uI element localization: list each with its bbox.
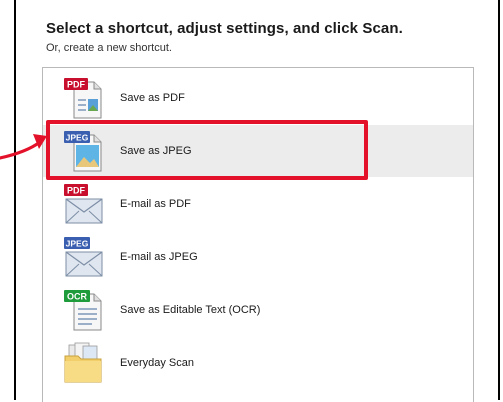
pdf-badge: PDF <box>67 80 86 90</box>
pdf-badge: PDF <box>67 186 86 196</box>
pdf-document-icon: PDF <box>64 78 102 119</box>
shortcut-email-as-pdf[interactable]: PDF E-mail as PDF <box>43 178 473 230</box>
folder-icon <box>64 342 102 383</box>
highlight-box <box>46 120 368 180</box>
shortcut-save-as-pdf[interactable]: PDF Save as PDF <box>43 72 473 124</box>
create-shortcut-hint: Or, create a new shortcut. <box>46 42 172 54</box>
dialog-header: Select a shortcut, adjust settings, and … <box>46 20 403 54</box>
ocr-badge: OCR <box>67 292 88 302</box>
shortcut-label: Save as PDF <box>120 92 185 104</box>
shortcut-label: E-mail as JPEG <box>120 251 198 263</box>
shortcut-label: Everyday Scan <box>120 357 194 369</box>
ocr-document-icon: OCR <box>64 290 102 331</box>
shortcut-email-as-jpeg[interactable]: JPEG E-mail as JPEG <box>43 231 473 283</box>
jpeg-email-icon: JPEG <box>64 237 103 277</box>
page-title: Select a shortcut, adjust settings, and … <box>46 20 403 37</box>
shortcut-everyday-scan[interactable]: Everyday Scan <box>43 337 473 389</box>
shortcut-label: E-mail as PDF <box>120 198 191 210</box>
shortcut-label: Save as Editable Text (OCR) <box>120 304 261 316</box>
jpeg-badge: JPEG <box>66 239 89 249</box>
arrow-annotation-icon <box>0 134 47 160</box>
shortcut-save-as-ocr[interactable]: OCR Save as Editable Text (OCR) <box>43 284 473 336</box>
pdf-email-icon: PDF <box>64 184 103 224</box>
shortcut-list[interactable]: PDF Save as PDF JPEG Save as JPEG PDF E-… <box>42 67 474 402</box>
